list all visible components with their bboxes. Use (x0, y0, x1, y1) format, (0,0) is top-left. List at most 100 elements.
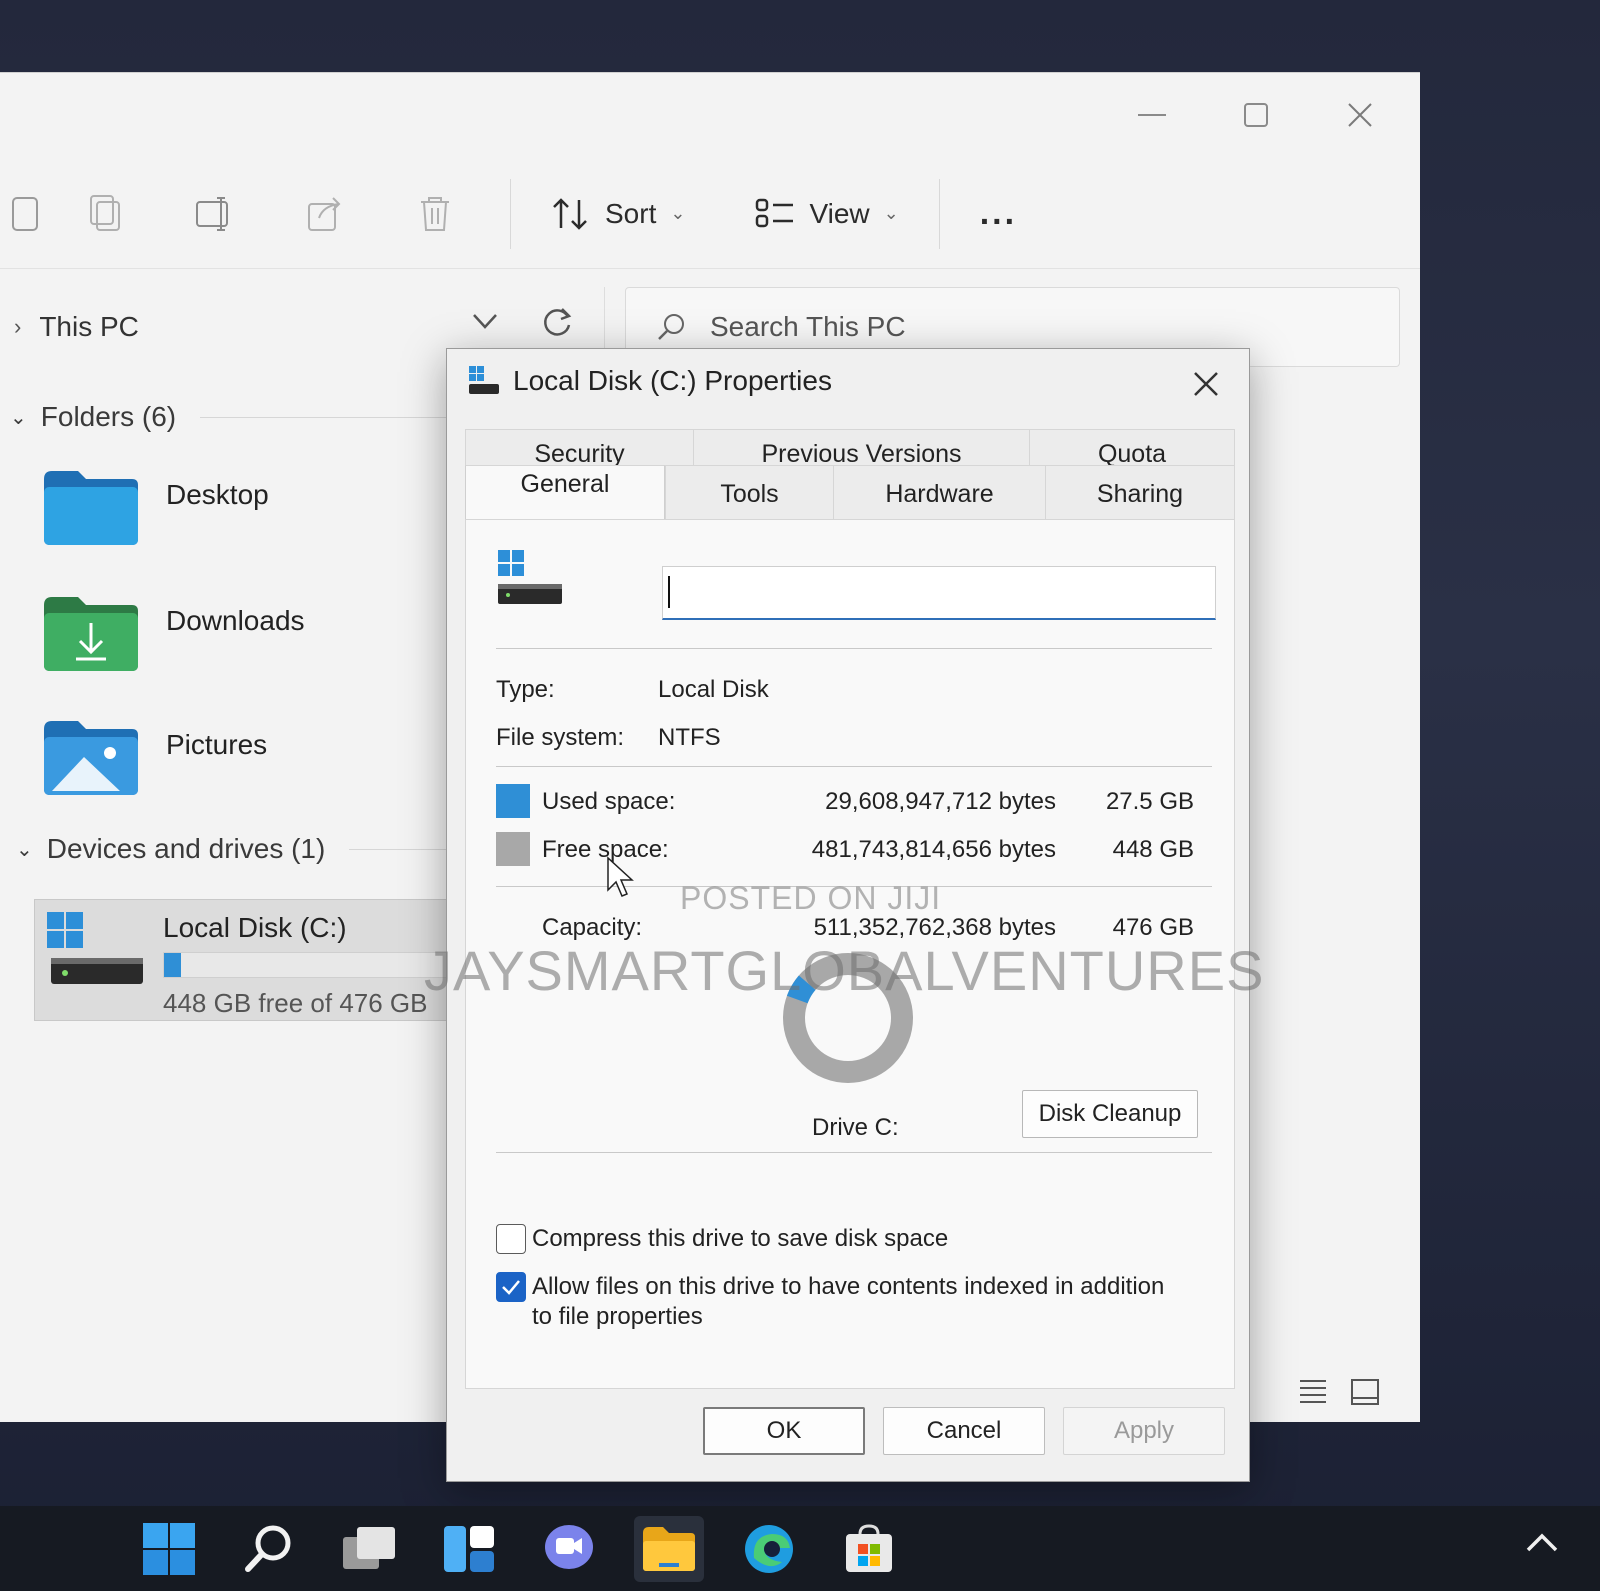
chevron-down-icon: ⌄ (10, 406, 27, 429)
tab-quota[interactable]: Quota (1029, 429, 1235, 469)
taskbar (0, 1506, 1600, 1591)
chevron-down-icon[interactable] (470, 305, 500, 335)
file-explorer-icon (643, 1527, 695, 1571)
view-toggle-icons (1298, 1378, 1380, 1406)
address-tools (470, 305, 574, 339)
tab-previous-versions[interactable]: Previous Versions (693, 429, 1029, 469)
taskbar-apps (134, 1516, 904, 1582)
widgets-icon (444, 1526, 494, 1572)
folder-label: Pictures (166, 729, 268, 760)
tab-general[interactable]: General (465, 465, 665, 521)
apply-button[interactable]: Apply (1063, 1407, 1225, 1455)
watermark-posted: POSTED ON JIJI (680, 880, 942, 916)
share-button[interactable] (270, 159, 380, 269)
file-system-label: File system: (496, 724, 625, 751)
edge-browser-button[interactable] (734, 1516, 804, 1582)
share-icon (308, 196, 341, 231)
disk-cleanup-button[interactable]: Disk Cleanup (1022, 1090, 1198, 1138)
search-icon (658, 314, 684, 340)
sort-button[interactable]: Sort ⌄ (531, 196, 705, 232)
desktop-folder-icon (44, 471, 138, 545)
chat-icon (545, 1525, 593, 1569)
pictures-folder-icon (44, 721, 138, 795)
compress-label: Compress this drive to save disk space (532, 1225, 949, 1252)
more-options-button[interactable]: ... (960, 194, 1037, 233)
index-option[interactable]: Allow files on this drive to have conten… (496, 1272, 1172, 1332)
divider (496, 648, 1212, 649)
tiles-view-icon[interactable] (1350, 1378, 1380, 1406)
rename-icon (196, 196, 228, 231)
view-label: View (809, 197, 870, 229)
chevron-down-icon: ⌄ (883, 203, 899, 223)
compress-checkbox[interactable] (496, 1224, 526, 1254)
ok-button[interactable]: OK (703, 1407, 865, 1455)
used-space-label: Used space: (542, 788, 676, 815)
dialog-buttons: OK Cancel Apply (703, 1407, 1225, 1455)
drive-name-input[interactable] (662, 566, 1216, 620)
maximize-button[interactable] (1236, 95, 1276, 135)
compress-option[interactable]: Compress this drive to save disk space (496, 1224, 948, 1254)
index-checkbox[interactable] (496, 1272, 526, 1302)
used-space-gb: 27.5 GB (1105, 788, 1194, 815)
edge-icon (745, 1525, 793, 1573)
start-button[interactable] (134, 1516, 204, 1582)
checkmark-icon (502, 1280, 520, 1295)
devices-section-header[interactable]: ⌄ Devices and drives (1) (16, 833, 470, 865)
minimize-button[interactable] (1132, 95, 1172, 135)
chat-button[interactable] (534, 1516, 604, 1582)
chevron-up-icon[interactable] (1524, 1528, 1560, 1558)
free-space-gb: 448 GB (1112, 836, 1194, 863)
delete-button[interactable] (380, 159, 490, 269)
store-button[interactable] (834, 1516, 904, 1582)
folders-header-label: Folders (6) (40, 401, 177, 432)
type-label: Type: (496, 676, 555, 703)
folder-desktop[interactable]: Desktop (40, 467, 269, 547)
folder-pictures[interactable]: Pictures (40, 717, 267, 797)
copy-button[interactable] (50, 159, 160, 269)
tab-hardware[interactable]: Hardware (833, 465, 1045, 519)
mouse-cursor-icon (607, 856, 634, 897)
task-view-button[interactable] (334, 1516, 404, 1582)
drive-free-text: 448 GB free of 476 GB (163, 988, 428, 1018)
tabs-row-front: General Tools Hardware Sharing (465, 465, 1235, 521)
window-controls (1132, 95, 1380, 135)
search-icon (245, 1525, 291, 1572)
drive-tile-c[interactable]: Local Disk (C:) 448 GB free of 476 GB (34, 899, 454, 1021)
folder-downloads[interactable]: Downloads (40, 593, 305, 673)
devices-header-label: Devices and drives (1) (46, 833, 326, 864)
drive-caption: Drive C: (812, 1114, 899, 1141)
cancel-button[interactable]: Cancel (883, 1407, 1045, 1455)
widgets-button[interactable] (434, 1516, 504, 1582)
cut-button[interactable] (0, 159, 50, 269)
rename-button[interactable] (160, 159, 270, 269)
maximize-icon (1244, 103, 1268, 127)
divider (496, 766, 1212, 767)
free-space-bytes: 481,743,814,656 bytes (811, 836, 1056, 863)
toolbar-separator (510, 178, 511, 249)
file-explorer-taskbar-button[interactable] (634, 1516, 704, 1582)
dialog-close-button[interactable] (1185, 363, 1227, 405)
drive-usage-bar (163, 952, 453, 978)
tab-sharing[interactable]: Sharing (1045, 465, 1235, 519)
store-icon (846, 1524, 892, 1572)
details-view-icon[interactable] (1298, 1378, 1328, 1404)
local-disk-icon (469, 366, 499, 394)
taskbar-search-button[interactable] (234, 1516, 304, 1582)
used-space-bytes: 29,608,947,712 bytes (825, 788, 1056, 815)
chevron-right-icon: › (14, 314, 22, 339)
close-window-button[interactable] (1340, 95, 1380, 135)
close-icon (1348, 103, 1372, 127)
folders-section-header[interactable]: ⌄ Folders (6) (10, 401, 461, 433)
search-placeholder: Search This PC (710, 311, 906, 342)
tab-tools[interactable]: Tools (665, 465, 833, 519)
minimize-icon (1138, 114, 1166, 116)
tab-security[interactable]: Security (465, 429, 693, 469)
windows-logo-icon (143, 1523, 195, 1575)
local-disk-icon (498, 550, 562, 604)
drive-usage-fill (164, 953, 181, 977)
file-system-value: NTFS (658, 724, 721, 751)
view-button[interactable]: View ⌄ (735, 196, 918, 232)
refresh-icon[interactable] (540, 305, 574, 339)
command-bar: Sort ⌄ View ⌄ ... (0, 159, 1420, 269)
tabs-row-back: Security Previous Versions Quota (465, 429, 1235, 469)
